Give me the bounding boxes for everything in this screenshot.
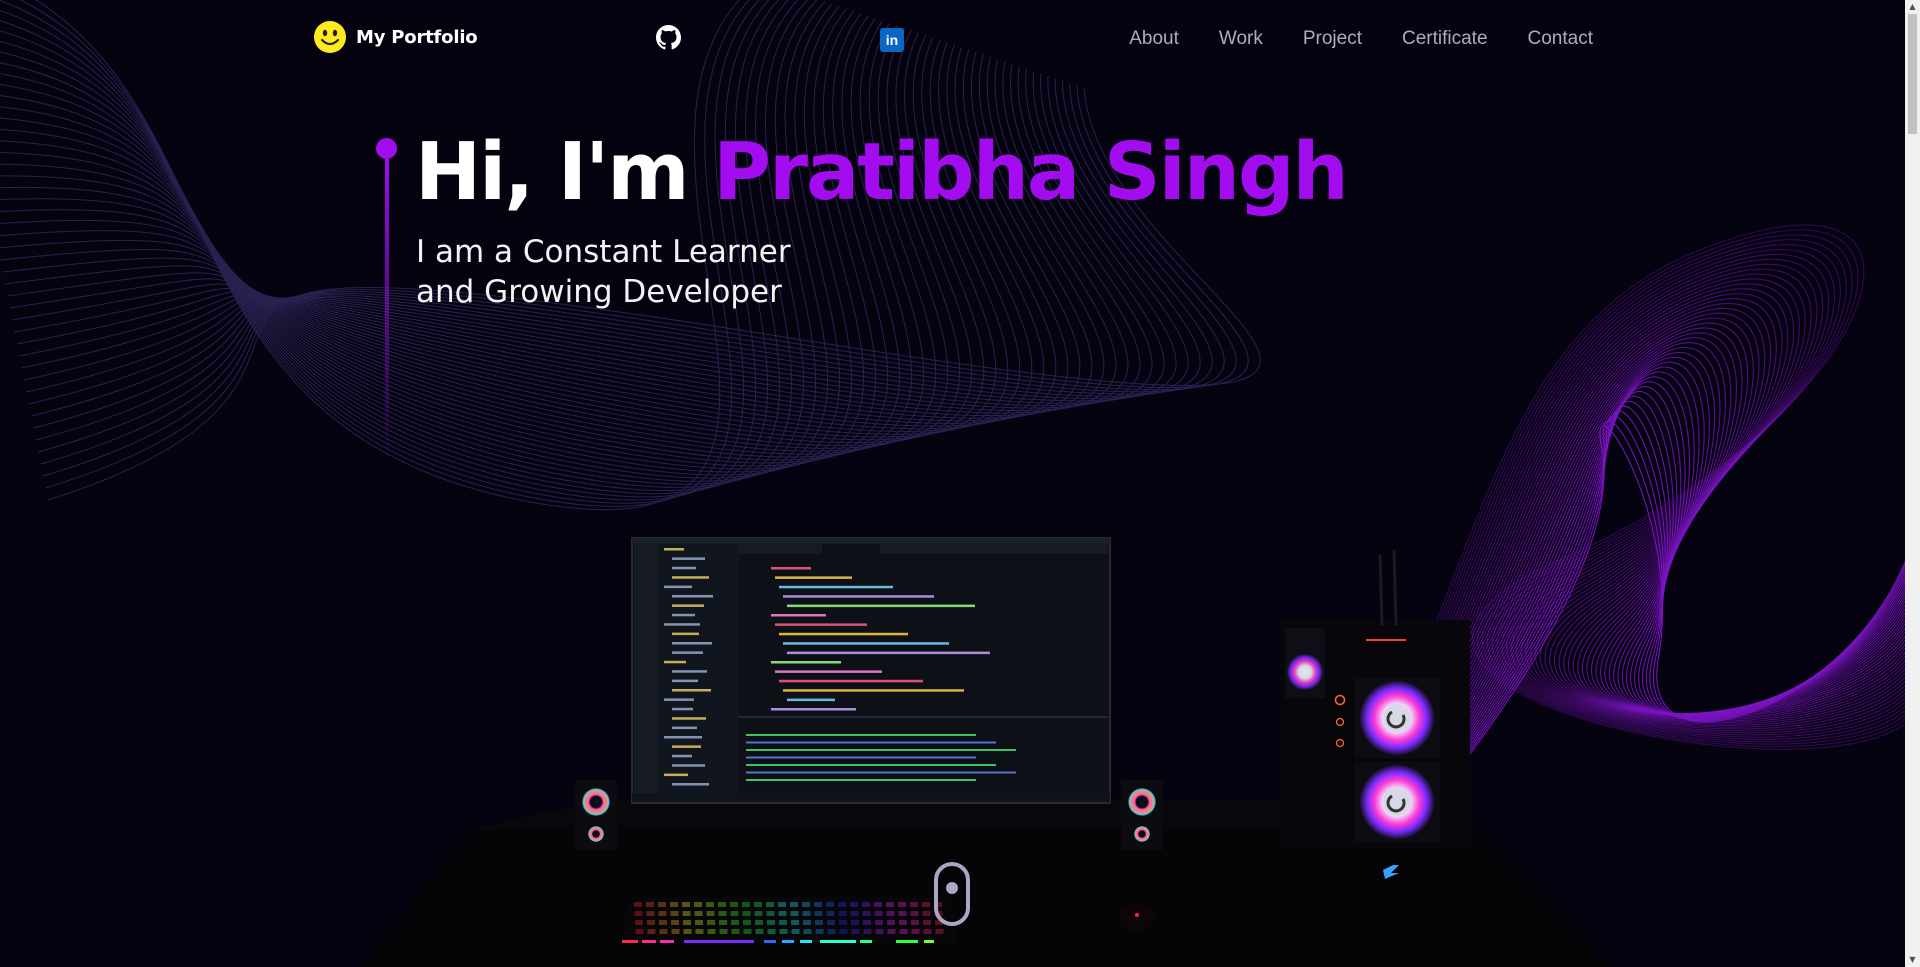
nav-link-project[interactable]: Project [1303,28,1362,50]
scrollbar-thumb[interactable] [1908,14,1917,134]
hero-accent-line [376,138,397,459]
nav-links: About Work Project Certificate Contact [1129,28,1593,50]
brand-name: My Portfolio [356,26,478,48]
desk-surface [360,830,1610,967]
smiley-icon [314,21,346,53]
scroll-down-arrow-icon[interactable]: ▼ [1905,953,1920,967]
monitor [631,537,1111,804]
speaker-left [575,780,617,850]
nav-link-contact[interactable]: Contact [1528,28,1593,50]
page-scrollbar[interactable]: ▲ ▼ [1905,0,1920,967]
keyboard [620,897,958,945]
scroll-up-arrow-icon[interactable]: ▲ [1905,0,1920,14]
hero-subtitle-line2: and Growing Developer [416,274,782,310]
brand-link[interactable]: My Portfolio [313,20,478,54]
hero-subtitle-line1: I am a Constant Learner [416,234,791,270]
hero-name: Pratibha Singh [713,126,1349,218]
mouse [1119,904,1155,932]
hero-title: Hi, I'm Pratibha Singh [415,125,1349,220]
scroll-indicator[interactable] [934,862,970,926]
github-icon[interactable] [656,25,681,50]
nav-link-about[interactable]: About [1129,28,1179,50]
hero-accent-bar [384,159,389,459]
nav-link-certificate[interactable]: Certificate [1402,28,1488,50]
speaker-right [1121,780,1163,850]
navbar: My Portfolio in About Work Project Certi… [0,0,1905,80]
nav-link-work[interactable]: Work [1219,28,1263,50]
linkedin-icon[interactable]: in [880,28,904,52]
hero-accent-dot [376,138,397,159]
linkedin-glyph: in [885,32,899,48]
hero-greeting: Hi, I'm [415,126,714,218]
scroll-indicator-dot [946,882,958,894]
pc-tower [1280,549,1470,879]
hero-subtitle: I am a Constant Learner and Growing Deve… [416,232,791,312]
